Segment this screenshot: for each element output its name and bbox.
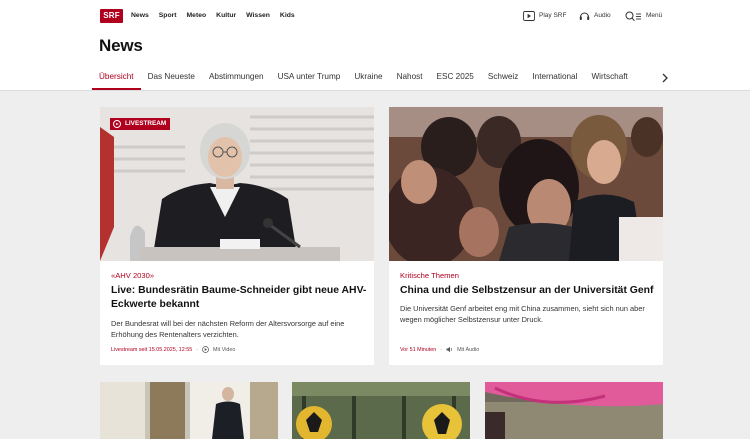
srf-logo[interactable]: SRF — [100, 9, 123, 23]
meta-separator: · — [196, 346, 199, 353]
article-card-china[interactable]: Kritische Themen China und die Selbstzen… — [389, 107, 663, 365]
article-timestamp: Vor 51 Minuten — [400, 346, 437, 353]
menu-button[interactable]: Menü — [625, 10, 662, 22]
audio-speaker-icon — [446, 346, 453, 353]
tab-schweiz[interactable]: Schweiz — [481, 66, 526, 90]
tab-esc-2025[interactable]: ESC 2025 — [430, 66, 481, 90]
tab-uebersicht[interactable]: Übersicht — [92, 66, 141, 90]
video-icon — [202, 346, 209, 353]
audio-icon — [579, 12, 590, 20]
nav-item-kids[interactable]: Kids — [280, 11, 295, 21]
article-meta: Livestream seit 15.05.2025, 12:55 · Mit … — [111, 346, 235, 353]
media-type-label: Mit Audio — [457, 346, 480, 353]
article-image-china — [389, 107, 663, 261]
menu-label: Menü — [646, 12, 663, 19]
tabs-fade — [628, 66, 658, 88]
article-thumbnail[interactable] — [100, 382, 278, 439]
article-meta: Vor 51 Minuten · Mit Audio — [400, 346, 479, 353]
play-icon — [113, 120, 121, 128]
article-kicker: Kritische Themen — [400, 271, 459, 280]
article-timestamp: Livestream seit 15.05.2025, 12:55 — [111, 346, 193, 353]
page-title: News — [99, 36, 143, 55]
tab-usa-unter-trump[interactable]: USA unter Trump — [271, 66, 348, 90]
livestream-badge: LIVESTREAM — [110, 118, 171, 130]
article-headline[interactable]: Live: Bundesrätin Baume-Schneider gibt n… — [111, 284, 369, 312]
tab-international[interactable]: International — [525, 66, 584, 90]
article-image-ahv: LIVESTREAM — [100, 107, 374, 261]
article-thumbnail[interactable] — [292, 382, 470, 439]
section-tabs: Übersicht Das Neueste Abstimmungen USA u… — [92, 66, 658, 90]
audio-label: Audio — [594, 12, 611, 19]
article-headline[interactable]: China und die Selbstzensur an der Univer… — [400, 284, 658, 298]
nav-item-kultur[interactable]: Kultur — [216, 11, 236, 21]
tab-nahost[interactable]: Nahost — [390, 66, 430, 90]
play-icon — [523, 11, 535, 21]
article-lead: Die Universität Genf arbeitet eng mit Ch… — [400, 304, 645, 324]
play-srf-link[interactable]: Play SRF — [523, 10, 566, 22]
livestream-badge-label: LIVESTREAM — [125, 120, 167, 127]
tab-ukraine[interactable]: Ukraine — [347, 66, 389, 90]
nav-item-wissen[interactable]: Wissen — [246, 11, 270, 21]
main-nav: News Sport Meteo Kultur Wissen Kids — [131, 11, 295, 21]
tab-das-neueste[interactable]: Das Neueste — [141, 66, 202, 90]
meta-separator: · — [440, 346, 443, 353]
article-kicker: «AHV 2030» — [111, 271, 155, 280]
nav-item-news[interactable]: News — [131, 11, 149, 21]
nav-item-meteo[interactable]: Meteo — [187, 11, 207, 21]
article-thumbnail[interactable] — [485, 382, 663, 439]
article-lead: Der Bundesrat will bei der nächsten Refo… — [111, 319, 345, 339]
audio-link[interactable]: Audio — [579, 10, 611, 22]
chevron-right-icon[interactable] — [658, 71, 672, 85]
play-srf-label: Play SRF — [539, 12, 567, 19]
search-menu-icon — [625, 11, 641, 21]
tab-abstimmungen[interactable]: Abstimmungen — [202, 66, 271, 90]
media-type-label: Mit Video — [213, 346, 236, 353]
nav-item-sport[interactable]: Sport — [159, 11, 177, 21]
article-card-ahv[interactable]: LIVESTREAM «AHV 2030» Live: Bundesrätin … — [100, 107, 374, 365]
